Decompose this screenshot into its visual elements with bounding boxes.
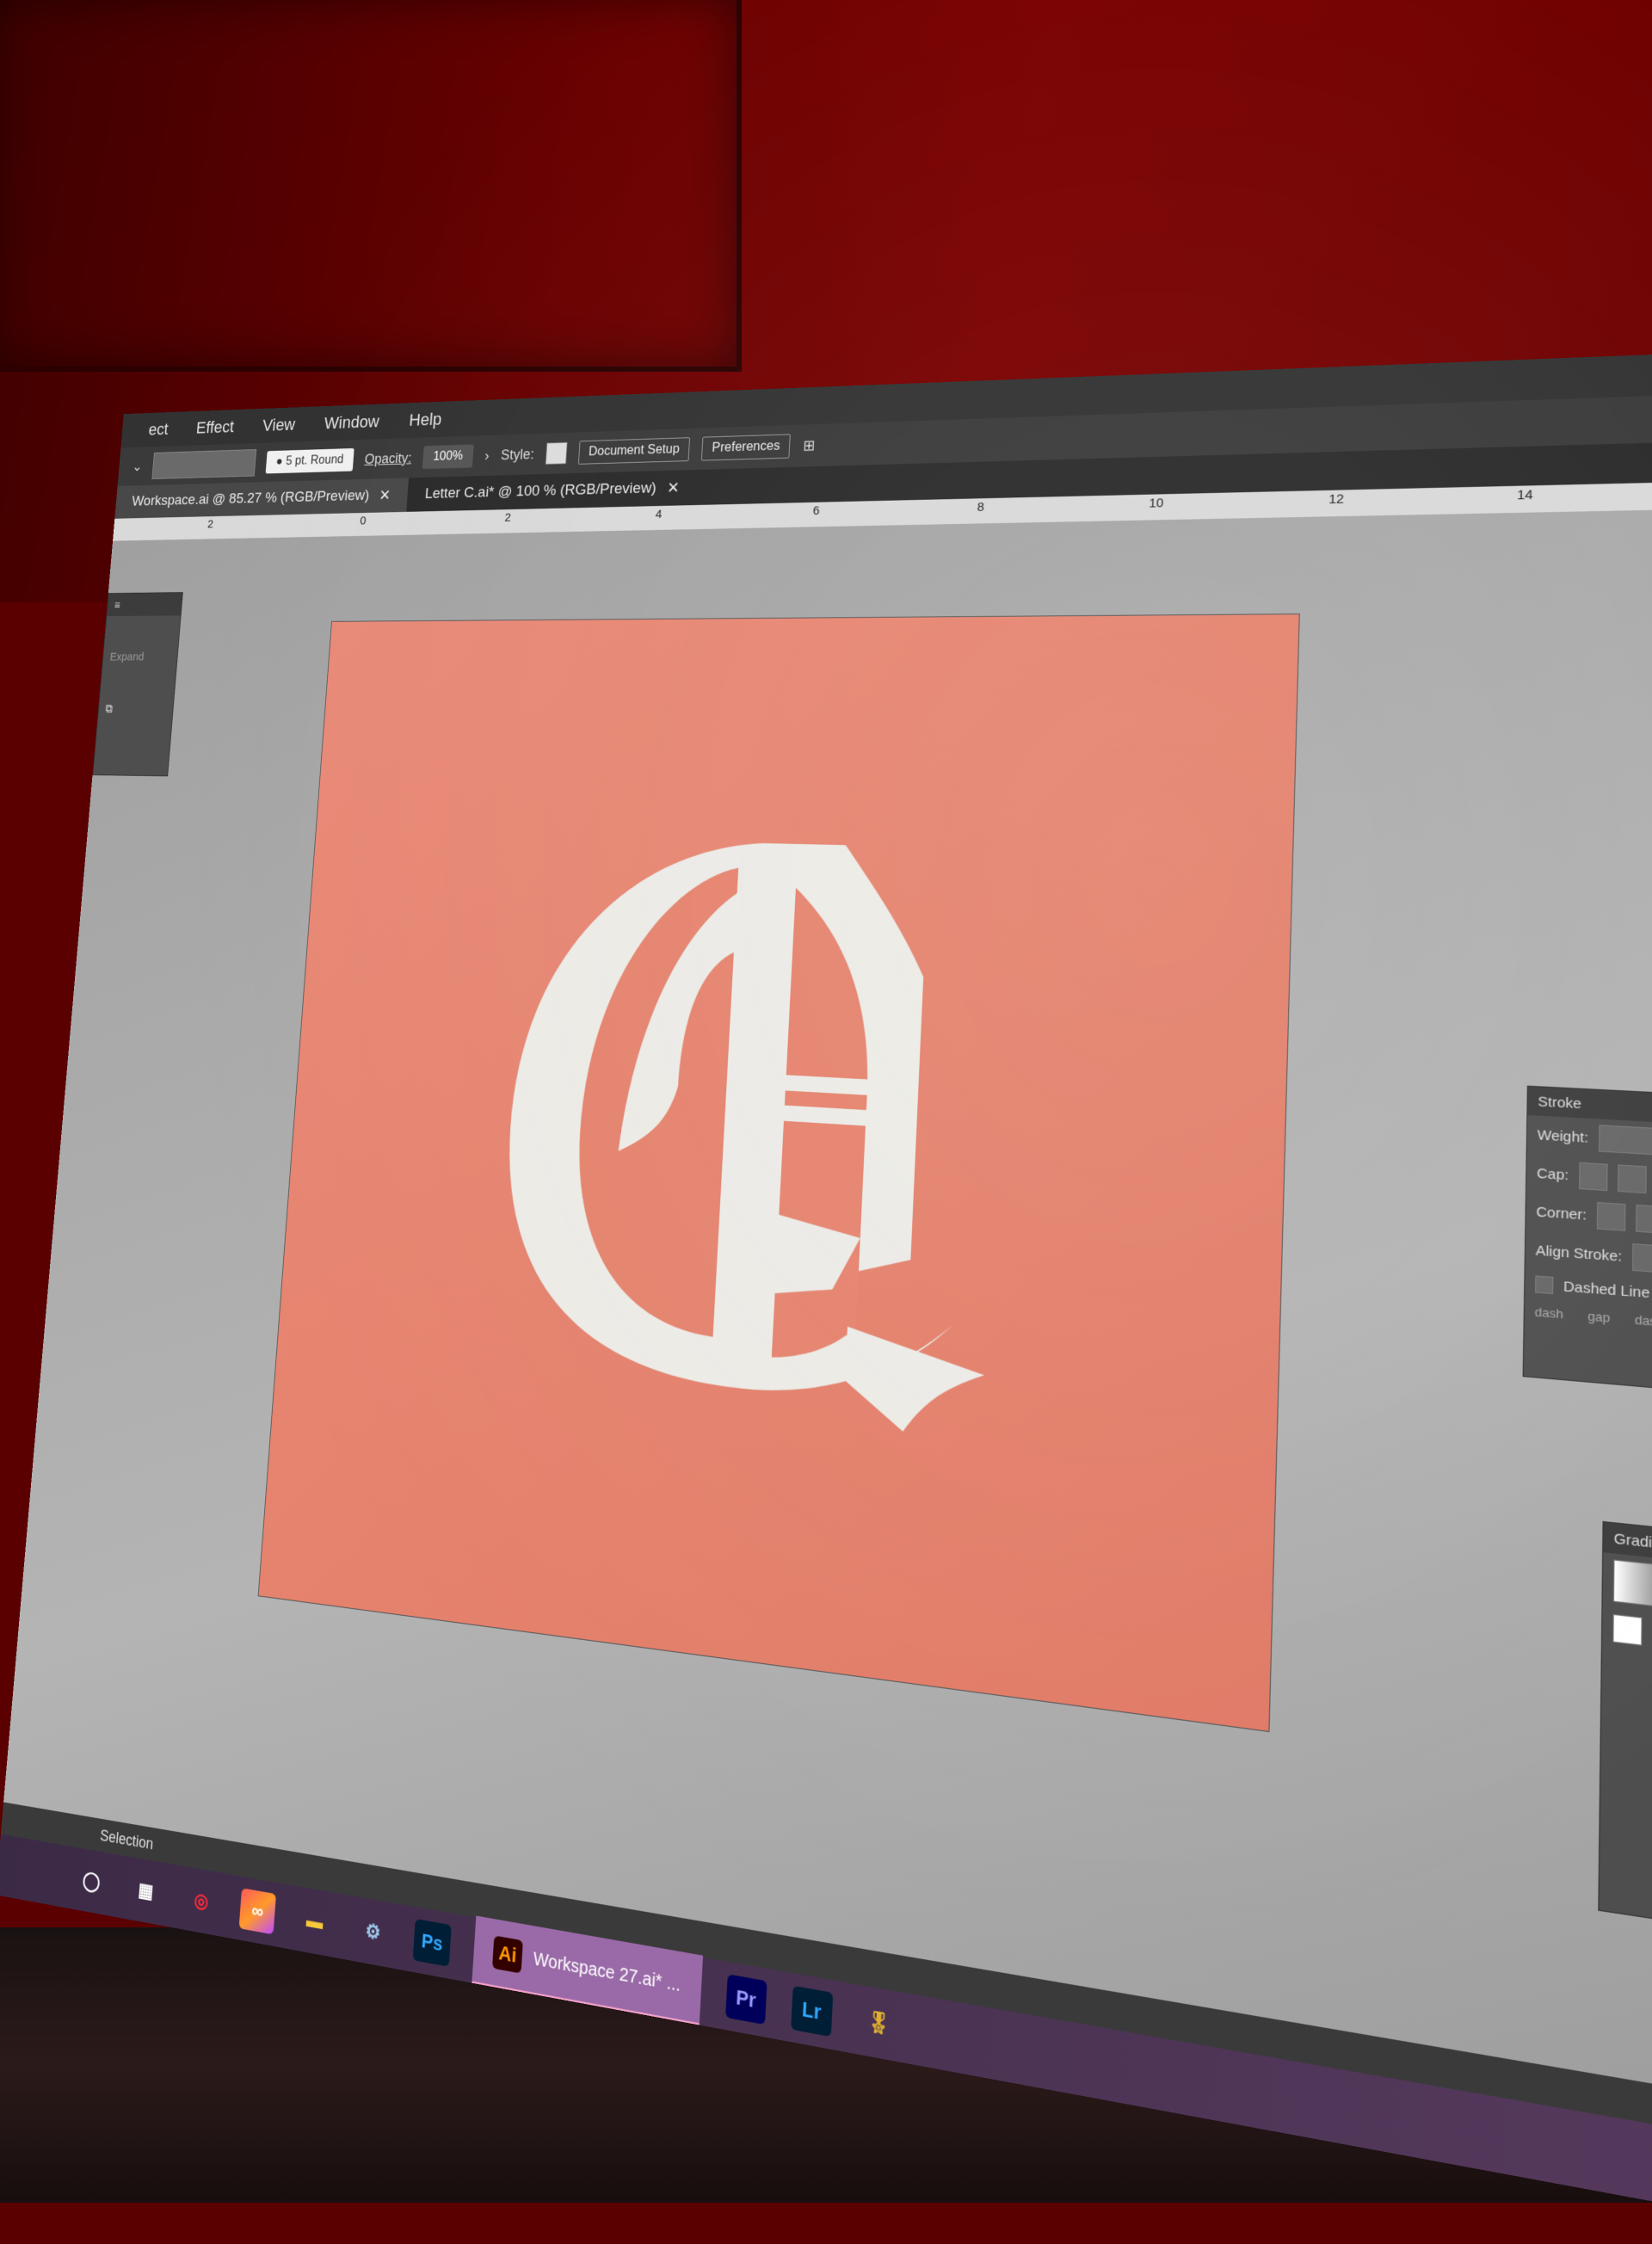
letter-outer-bowl xyxy=(495,837,981,1409)
document-setup-button[interactable]: Document Setup xyxy=(577,437,691,465)
artboard[interactable] xyxy=(257,613,1300,1733)
active-window-label: Workspace 27.ai* ... xyxy=(533,1948,681,1996)
chevron-down-icon[interactable]: ⌄ xyxy=(132,459,143,474)
left-panel: ≡ Expand ⧉ xyxy=(92,592,183,777)
weight-input[interactable] xyxy=(1598,1125,1652,1157)
current-tool-label: Selection xyxy=(99,1826,154,1853)
arrange-icon[interactable]: ⊞ xyxy=(803,437,816,454)
stroke-panel: Stroke Weight: Cap: Corner: Align Stroke… xyxy=(1522,1085,1652,1399)
butt-cap-icon[interactable] xyxy=(1578,1162,1608,1192)
style-label: Style: xyxy=(500,446,535,463)
file-explorer-icon[interactable]: ▬ xyxy=(296,1898,334,1945)
dashed-line-checkbox[interactable] xyxy=(1534,1275,1554,1295)
opera-icon[interactable]: ◎ xyxy=(182,1878,219,1925)
opacity-label[interactable]: Opacity: xyxy=(364,450,412,467)
pathfinder-icon[interactable]: ⧉ xyxy=(98,698,174,720)
stroke-panel-title: Stroke xyxy=(1538,1093,1582,1113)
ruler-tick-label: 14 xyxy=(1516,487,1533,503)
close-icon[interactable]: ✕ xyxy=(667,478,681,497)
menu-effect[interactable]: Effect xyxy=(195,417,235,438)
menu-icon[interactable]: ≡ xyxy=(114,599,120,612)
tab-label: Workspace.ai @ 85.27 % (RGB/Preview) xyxy=(131,487,370,509)
creative-cloud-icon[interactable]: ∞ xyxy=(238,1888,276,1935)
menu-view[interactable]: View xyxy=(262,415,296,435)
gradient-panel: Gradien xyxy=(1598,1520,1652,1945)
gap-label: gap xyxy=(1587,1308,1611,1326)
illustrator-icon: Ai xyxy=(491,1935,523,1974)
steam-icon[interactable]: ⚙ xyxy=(354,1908,392,1956)
fill-swatch[interactable] xyxy=(151,449,257,479)
ruler-tick-label: 10 xyxy=(1149,496,1164,511)
chevron-right-icon[interactable]: › xyxy=(484,447,490,464)
weight-label: Weight: xyxy=(1537,1126,1589,1146)
ruler-tick-label: 0 xyxy=(359,514,367,528)
expand-button[interactable]: Expand xyxy=(102,646,178,669)
align-center-icon[interactable] xyxy=(1632,1243,1652,1273)
brush-label: 5 pt. Round xyxy=(285,453,344,468)
gradient-panel-title: Gradien xyxy=(1613,1529,1652,1553)
style-swatch[interactable] xyxy=(545,441,568,465)
wall-frame xyxy=(0,0,742,372)
dashed-line-label: Dashed Line xyxy=(1563,1278,1650,1302)
opacity-input[interactable]: 100% xyxy=(422,444,474,470)
corner-label: Corner: xyxy=(1536,1203,1587,1224)
panel-header: ≡ xyxy=(107,593,182,617)
ruler-tick-label: 2 xyxy=(206,517,214,531)
miter-join-icon[interactable] xyxy=(1596,1201,1626,1231)
task-view-icon[interactable]: ▦ xyxy=(127,1868,163,1914)
preferences-button[interactable]: Preferences xyxy=(700,434,792,461)
ruler-tick-label: 12 xyxy=(1328,491,1345,508)
ruler-tick-label: 4 xyxy=(655,507,663,521)
gothic-letter-artwork xyxy=(495,837,986,1439)
dash-label: dash xyxy=(1534,1304,1563,1322)
ruler-tick-label: 6 xyxy=(812,503,820,518)
cap-label: Cap: xyxy=(1536,1164,1569,1184)
award-icon[interactable]: 🎖 xyxy=(857,1997,900,2049)
dash-label: dash xyxy=(1634,1312,1652,1330)
round-join-icon[interactable] xyxy=(1636,1204,1652,1234)
menu-object[interactable]: ect xyxy=(148,420,169,440)
menu-help[interactable]: Help xyxy=(409,410,442,431)
align-stroke-label: Align Stroke: xyxy=(1535,1242,1623,1265)
fill-stroke-icon[interactable] xyxy=(1602,1606,1652,1673)
round-cap-icon[interactable] xyxy=(1617,1164,1647,1194)
premiere-icon[interactable]: Pr xyxy=(724,1974,767,2025)
ruler-tick-label: 2 xyxy=(504,510,512,525)
photoshop-icon[interactable]: Ps xyxy=(412,1918,452,1967)
brush-select[interactable]: ● 5 pt. Round xyxy=(265,447,354,474)
ruler-tick-label: 8 xyxy=(977,500,985,515)
menu-window[interactable]: Window xyxy=(324,411,380,433)
search-icon[interactable]: ◯ xyxy=(73,1859,109,1904)
lightroom-icon[interactable]: Lr xyxy=(790,1985,833,2037)
close-icon[interactable]: ✕ xyxy=(379,486,391,504)
tab-label: Letter C.ai* @ 100 % (RGB/Preview) xyxy=(424,479,657,502)
